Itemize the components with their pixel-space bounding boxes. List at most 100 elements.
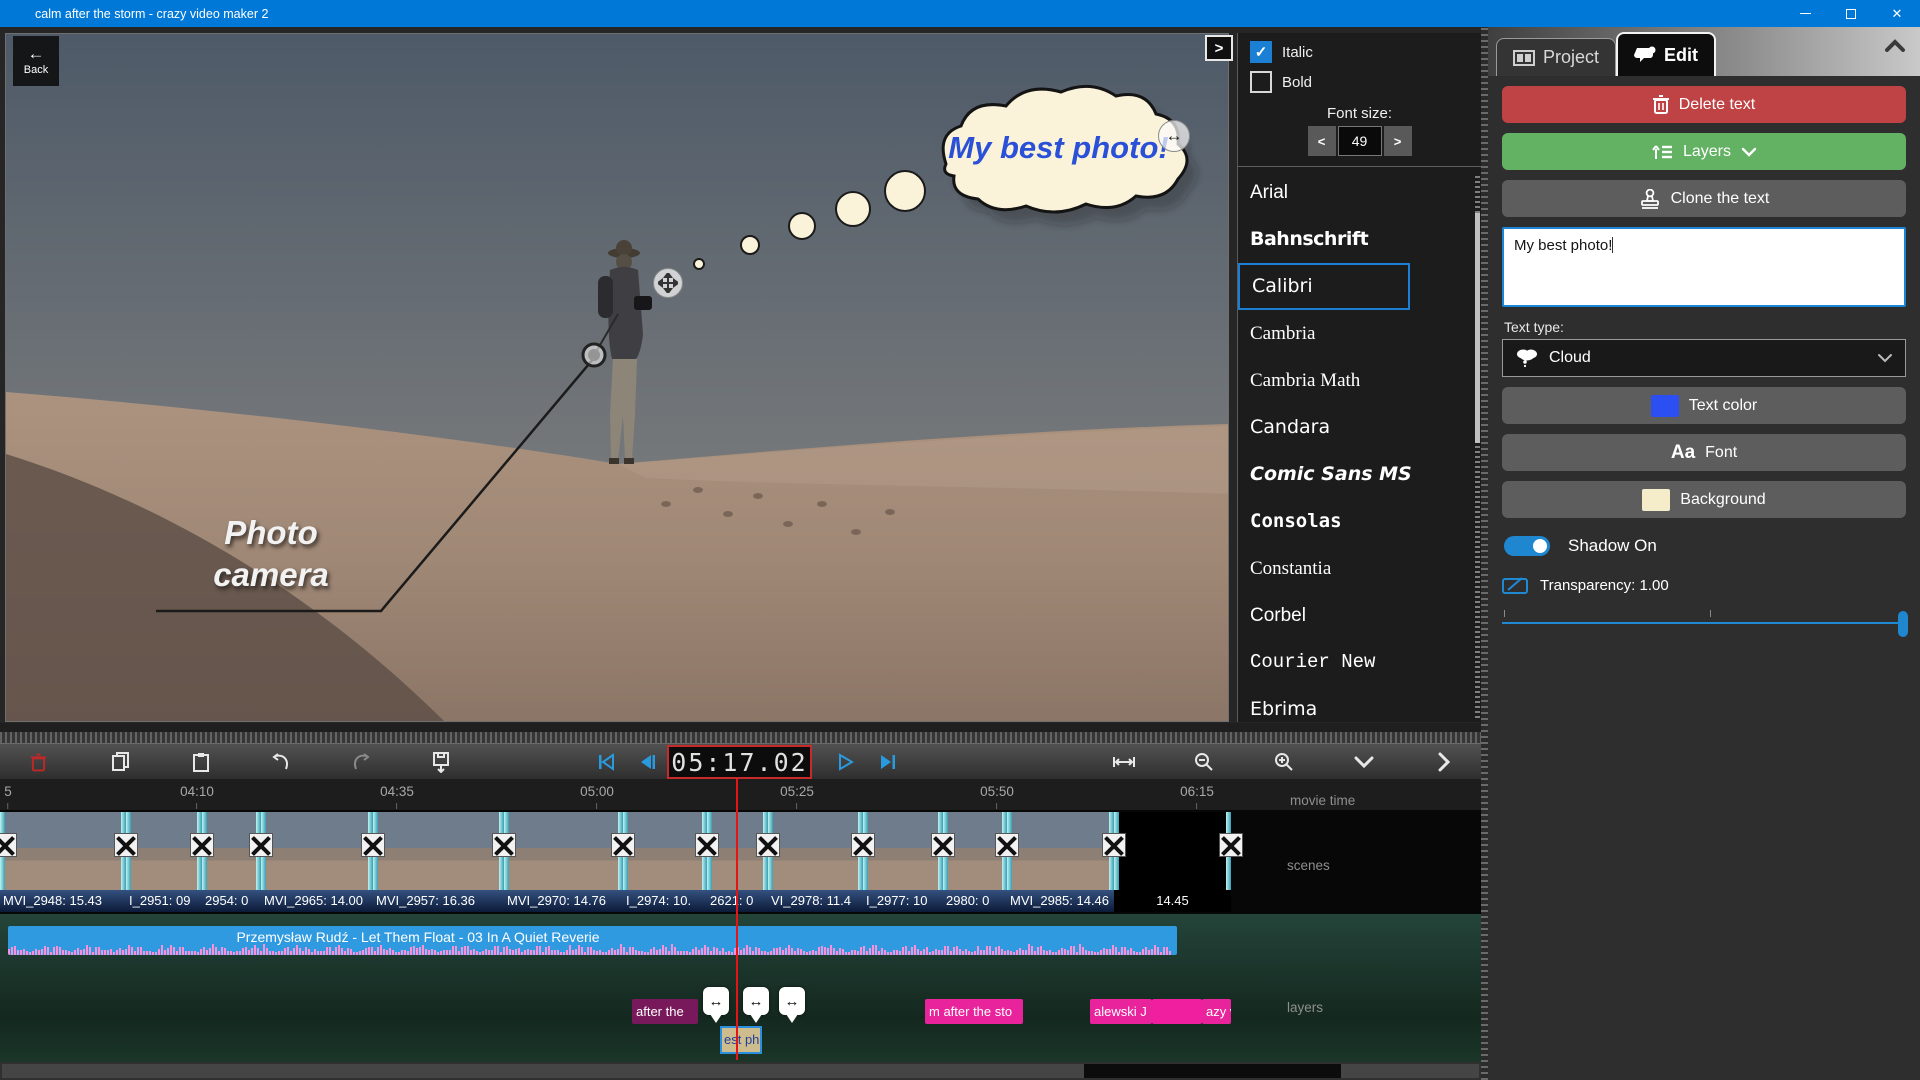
fit-width-icon[interactable] bbox=[1108, 744, 1140, 780]
text-content-input[interactable]: My best photo! bbox=[1502, 227, 1906, 307]
transition-marker-icon[interactable] bbox=[851, 833, 875, 857]
scene-clip[interactable]: MVI_2970: 14.76 bbox=[504, 812, 623, 912]
transition-marker-icon[interactable] bbox=[190, 833, 214, 857]
collapse-timeline-icon[interactable] bbox=[1348, 744, 1380, 780]
scene-clip[interactable]: I_2974: 10. bbox=[623, 812, 707, 912]
transition-marker-icon[interactable] bbox=[492, 833, 516, 857]
drag-balloon-icon[interactable]: ↔ bbox=[743, 987, 769, 1015]
clone-text-button[interactable]: Clone the text bbox=[1502, 180, 1906, 217]
save-frame-button[interactable] bbox=[425, 744, 457, 780]
font-item-arial[interactable]: Arial bbox=[1238, 169, 1481, 216]
scene-clip[interactable]: MVI_2957: 16.36 bbox=[373, 812, 504, 912]
font-item-calibri-selected[interactable]: Calibri bbox=[1238, 263, 1410, 310]
font-size-decrease-button[interactable]: < bbox=[1308, 126, 1336, 156]
tab-project[interactable]: Project bbox=[1496, 38, 1616, 76]
font-size-increase-button[interactable]: > bbox=[1384, 126, 1412, 156]
font-item-comic-sans[interactable]: Comic Sans MS bbox=[1238, 451, 1481, 498]
layer-text-clip[interactable]: alewski J bbox=[1090, 999, 1152, 1024]
zoom-in-button[interactable] bbox=[1268, 744, 1300, 780]
chevron-up-icon[interactable] bbox=[1884, 39, 1906, 53]
background-button[interactable]: Background bbox=[1502, 481, 1906, 518]
transition-marker-icon[interactable] bbox=[114, 833, 138, 857]
maximize-button[interactable] bbox=[1828, 0, 1874, 27]
copy-button[interactable] bbox=[105, 744, 137, 780]
transition-marker-icon[interactable] bbox=[756, 833, 780, 857]
delete-text-button[interactable]: Delete text bbox=[1502, 86, 1906, 123]
font-item-bahnschrift[interactable]: Bahnschrift bbox=[1238, 216, 1481, 263]
redo-button[interactable] bbox=[345, 744, 377, 780]
scene-clip[interactable]: MVI_2965: 14.00 bbox=[261, 812, 373, 912]
italic-checkbox[interactable] bbox=[1250, 41, 1272, 63]
minimize-button[interactable] bbox=[1782, 0, 1828, 27]
record-delete-button[interactable] bbox=[22, 744, 54, 780]
scene-clip[interactable]: I_2951: 09 bbox=[126, 812, 202, 912]
transition-marker-icon[interactable] bbox=[249, 833, 273, 857]
drag-balloon-icon[interactable]: ↔ bbox=[703, 987, 729, 1015]
italic-row[interactable]: Italic bbox=[1250, 41, 1481, 63]
drag-balloon-icon[interactable]: ↔ bbox=[779, 987, 805, 1015]
bold-row[interactable]: Bold bbox=[1250, 71, 1481, 93]
timeline-ruler[interactable]: 5 04:10 04:35 05:00 05:25 05:50 06:15 bbox=[0, 779, 1481, 810]
step-back-button[interactable] bbox=[632, 744, 664, 780]
transition-marker-icon[interactable] bbox=[931, 833, 955, 857]
chevron-down-icon bbox=[1741, 147, 1757, 157]
text-type-dropdown[interactable]: Cloud bbox=[1502, 339, 1906, 377]
scene-clip[interactable]: 2980: 0 bbox=[943, 812, 1007, 912]
transition-marker-icon[interactable] bbox=[0, 833, 17, 857]
transition-marker-icon[interactable] bbox=[695, 833, 719, 857]
transition-marker-icon[interactable] bbox=[1102, 833, 1126, 857]
undo-button[interactable] bbox=[265, 744, 297, 780]
font-item-consolas[interactable]: Consolas bbox=[1238, 498, 1481, 545]
skip-start-button[interactable] bbox=[590, 744, 622, 780]
scene-clip[interactable]: 14.45 bbox=[1114, 812, 1231, 912]
shadow-toggle[interactable] bbox=[1504, 536, 1550, 556]
timecode-display[interactable]: 05:17.02 bbox=[667, 745, 812, 779]
timeline-hscrollbar[interactable] bbox=[0, 1062, 1481, 1080]
layer-text-clip[interactable] bbox=[1152, 999, 1202, 1024]
font-item-constantia[interactable]: Constantia bbox=[1238, 545, 1481, 592]
timeline-resize-grip[interactable] bbox=[0, 732, 1481, 743]
transition-marker-icon[interactable] bbox=[995, 833, 1019, 857]
font-button[interactable]: Aa Font bbox=[1502, 434, 1906, 471]
selected-text-clip[interactable]: est ph bbox=[720, 1026, 762, 1054]
transparency-slider[interactable] bbox=[1502, 608, 1906, 638]
scene-clip[interactable]: VI_2978: 11.4 bbox=[768, 812, 863, 912]
play-button[interactable] bbox=[830, 744, 862, 780]
font-item-cambria-math[interactable]: Cambria Math bbox=[1238, 357, 1481, 404]
step-forward-button[interactable] bbox=[872, 744, 904, 780]
scene-clip[interactable]: I_2977: 10 bbox=[863, 812, 943, 912]
font-item-courier-new[interactable]: Courier New bbox=[1238, 639, 1481, 686]
callout-text[interactable]: Photo camera bbox=[176, 512, 366, 596]
text-color-button[interactable]: Text color bbox=[1502, 387, 1906, 424]
layer-text-clip[interactable]: after the bbox=[632, 999, 698, 1024]
font-item-candara[interactable]: Candara bbox=[1238, 404, 1481, 451]
close-button[interactable]: ✕ bbox=[1874, 0, 1920, 27]
back-button[interactable]: ← Back bbox=[13, 36, 59, 86]
transition-marker-icon[interactable] bbox=[1219, 833, 1243, 857]
playhead[interactable] bbox=[736, 779, 738, 1060]
zoom-out-button[interactable] bbox=[1188, 744, 1220, 780]
layers-button[interactable]: Layers bbox=[1502, 133, 1906, 170]
resize-handle-icon[interactable]: ↔ bbox=[1158, 120, 1190, 152]
scene-clip[interactable]: MVI_2948: 15.43 bbox=[0, 812, 126, 912]
expand-right-icon[interactable] bbox=[1428, 744, 1460, 780]
move-handle-icon[interactable] bbox=[653, 268, 683, 298]
video-preview[interactable]: ← Back My best photo! Photo camera ↔ bbox=[5, 33, 1229, 722]
paste-button[interactable] bbox=[185, 744, 217, 780]
scene-clip[interactable]: 2954: 0 bbox=[202, 812, 261, 912]
bold-checkbox[interactable] bbox=[1250, 71, 1272, 93]
panel-collapse-button[interactable]: > bbox=[1205, 35, 1233, 61]
slider-thumb[interactable] bbox=[1898, 611, 1908, 637]
font-item-corbel[interactable]: Corbel bbox=[1238, 592, 1481, 639]
hscrollbar-thumb[interactable] bbox=[1084, 1064, 1341, 1078]
scene-clip[interactable]: MVI_2985: 14.46 bbox=[1007, 812, 1114, 912]
font-list-scrollbar[interactable] bbox=[1475, 173, 1480, 718]
font-item-cambria[interactable]: Cambria bbox=[1238, 310, 1481, 357]
thought-bubble-text[interactable]: My best photo! bbox=[946, 124, 1171, 172]
tab-edit[interactable]: Edit bbox=[1616, 32, 1716, 76]
layer-text-clip[interactable]: azy v bbox=[1202, 999, 1231, 1024]
transition-marker-icon[interactable] bbox=[611, 833, 635, 857]
transition-marker-icon[interactable] bbox=[361, 833, 385, 857]
audio-clip[interactable]: Przemysław Rudź - Let Them Float - 03 In… bbox=[8, 926, 1177, 955]
layer-text-clip[interactable]: m after the sto bbox=[925, 999, 1023, 1024]
